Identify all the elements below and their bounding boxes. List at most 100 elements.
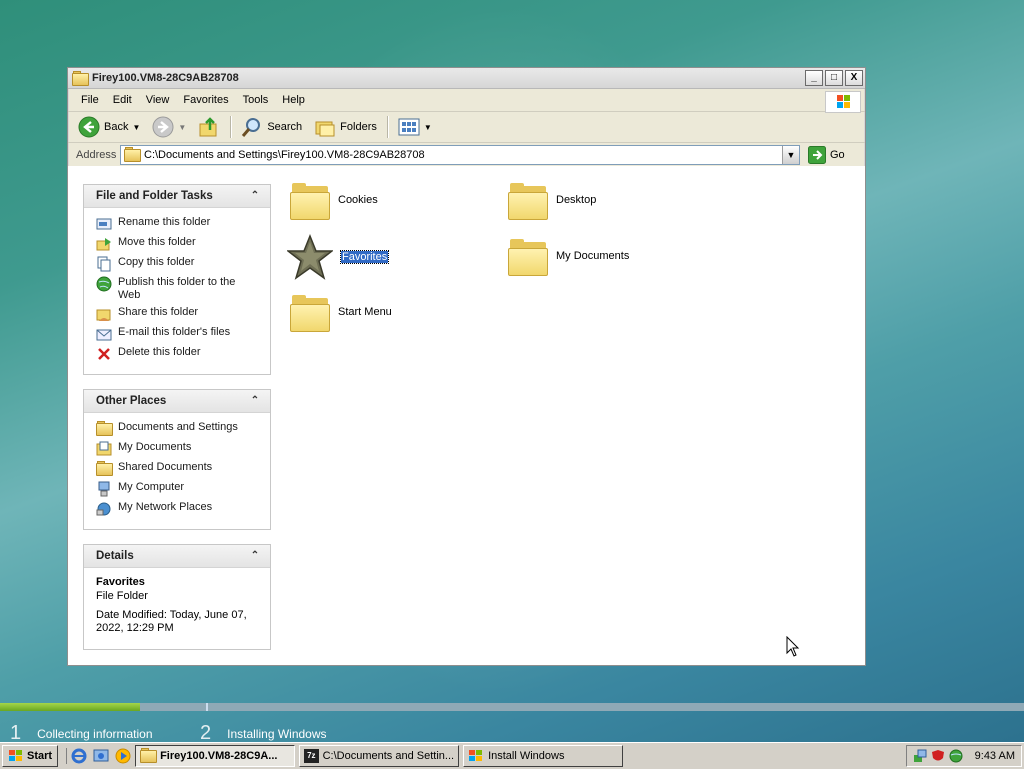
folder-favorites[interactable]: Favorites xyxy=(287,234,390,280)
taskbar-button-explorer[interactable]: Firey100.VM8-28C9A... xyxy=(135,745,296,767)
content-area: File and Folder Tasks ⌃ Rename this fold… xyxy=(68,166,865,665)
place-my-network-places[interactable]: My Network Places xyxy=(96,501,264,517)
menu-help[interactable]: Help xyxy=(275,94,312,106)
task-copy[interactable]: Copy this folder xyxy=(96,256,264,272)
menu-favorites[interactable]: Favorites xyxy=(176,94,235,106)
chevron-down-icon[interactable]: ▼ xyxy=(178,123,186,132)
back-label: Back xyxy=(104,121,129,133)
network-icon xyxy=(96,501,112,517)
task-publish[interactable]: Publish this folder to the Web xyxy=(96,276,264,302)
clock: 9:43 AM xyxy=(974,750,1015,762)
windows-logo-icon xyxy=(825,91,861,113)
details-item-name: Favorites xyxy=(96,576,145,588)
setup-steps: 1 Collecting information 2 Installing Wi… xyxy=(0,722,1024,744)
details-item-type: File Folder xyxy=(96,590,148,602)
globe-icon xyxy=(96,276,112,292)
minimize-button[interactable]: _ xyxy=(805,70,823,86)
setup-progress-bar xyxy=(0,703,1024,711)
folder-my-documents[interactable]: My Documents xyxy=(508,238,629,276)
task-email[interactable]: E-mail this folder's files xyxy=(96,326,264,342)
go-button[interactable]: Go xyxy=(808,146,845,164)
system-tray: 9:43 AM xyxy=(905,745,1022,767)
task-share[interactable]: Share this folder xyxy=(96,306,264,322)
pane-header[interactable]: Other Places ⌃ xyxy=(84,390,270,413)
forward-button[interactable]: ▼ xyxy=(148,114,190,140)
maximize-button[interactable]: □ xyxy=(825,70,843,86)
task-rename[interactable]: Rename this folder xyxy=(96,216,264,232)
place-my-computer[interactable]: My Computer xyxy=(96,481,264,497)
folder-icon xyxy=(72,71,89,86)
delete-icon xyxy=(96,346,112,362)
menu-edit[interactable]: Edit xyxy=(106,94,139,106)
menu-file[interactable]: File xyxy=(74,94,106,106)
toolbar-separator xyxy=(230,116,232,138)
share-folder-icon xyxy=(96,306,112,322)
globe-tray-icon[interactable] xyxy=(949,749,963,763)
up-folder-icon xyxy=(199,117,217,137)
address-input[interactable]: C:\Documents and Settings\Firey100.VM8-2… xyxy=(120,145,800,165)
close-button[interactable]: X xyxy=(845,70,863,86)
address-label: Address xyxy=(76,149,117,161)
step-label: Installing Windows xyxy=(227,726,327,741)
search-button[interactable]: Search xyxy=(237,114,306,140)
place-documents-and-settings[interactable]: Documents and Settings xyxy=(96,421,264,437)
folder-start-menu[interactable]: Start Menu xyxy=(290,294,392,332)
folder-icon xyxy=(508,182,548,220)
internet-explorer-icon[interactable] xyxy=(71,748,87,764)
folder-desktop[interactable]: Desktop xyxy=(508,182,596,220)
task-move[interactable]: Move this folder xyxy=(96,236,264,252)
task-delete[interactable]: Delete this folder xyxy=(96,346,264,362)
collapse-icon[interactable]: ⌃ xyxy=(248,549,262,563)
start-label: Start xyxy=(27,750,53,762)
address-dropdown-button[interactable]: ▼ xyxy=(782,146,799,164)
folder-icon xyxy=(96,461,113,477)
menu-view[interactable]: View xyxy=(139,94,177,106)
rename-icon xyxy=(96,216,112,232)
window-title: Firey100.VM8-28C9AB28708 xyxy=(92,72,239,84)
forward-arrow-icon xyxy=(152,116,174,138)
taskbar-button-7zip[interactable]: 7z C:\Documents and Settin... xyxy=(299,745,460,767)
setup-progress-fill xyxy=(0,703,141,711)
start-button[interactable]: Start xyxy=(2,745,59,767)
collapse-icon[interactable]: ⌃ xyxy=(248,394,262,408)
folder-icon xyxy=(290,182,330,220)
security-shield-icon[interactable] xyxy=(931,749,945,763)
place-my-documents[interactable]: My Documents xyxy=(96,441,264,457)
taskbar: Start Firey100.VM8-28C9A... 7z C:\Docume… xyxy=(0,742,1024,769)
network-tray-icon[interactable] xyxy=(913,749,927,763)
other-places-pane: Other Places ⌃ Documents and Settings My… xyxy=(83,389,271,530)
my-documents-icon xyxy=(96,441,112,457)
show-desktop-icon[interactable] xyxy=(93,748,109,764)
toolbar: Back ▼ ▼ Search Folders ▼ xyxy=(68,112,865,143)
chevron-down-icon[interactable]: ▼ xyxy=(132,123,140,132)
back-button[interactable]: Back ▼ xyxy=(74,114,144,140)
collapse-icon[interactable]: ⌃ xyxy=(248,189,262,203)
copy-icon xyxy=(96,256,112,272)
pane-title: File and Folder Tasks xyxy=(96,190,213,202)
details-date-modified: Date Modified: Today, June 07, 2022, 12:… xyxy=(96,609,247,634)
title-bar[interactable]: Firey100.VM8-28C9AB28708 _ □ X xyxy=(68,68,865,89)
folders-button[interactable]: Folders xyxy=(310,114,381,140)
go-arrow-icon xyxy=(808,146,826,164)
folders-icon xyxy=(315,121,335,137)
pane-header[interactable]: File and Folder Tasks ⌃ xyxy=(84,185,270,208)
up-folder-button[interactable] xyxy=(194,114,224,140)
media-player-icon[interactable] xyxy=(115,748,131,764)
computer-icon xyxy=(96,481,112,497)
windows-flag-icon xyxy=(469,750,483,761)
place-shared-documents[interactable]: Shared Documents xyxy=(96,461,264,477)
menu-bar: File Edit View Favorites Tools Help xyxy=(68,89,865,113)
views-button[interactable]: ▼ xyxy=(394,114,436,140)
chevron-down-icon[interactable]: ▼ xyxy=(424,123,432,132)
menu-tools[interactable]: Tools xyxy=(236,94,276,106)
taskbar-button-install-windows[interactable]: Install Windows xyxy=(463,745,624,767)
explorer-window: Firey100.VM8-28C9AB28708 _ □ X File Edit… xyxy=(67,67,866,666)
pane-header[interactable]: Details ⌃ xyxy=(84,545,270,568)
folder-icon xyxy=(124,147,141,163)
folder-cookies[interactable]: Cookies xyxy=(290,182,378,220)
search-label: Search xyxy=(267,121,303,133)
folder-icon xyxy=(140,748,158,764)
address-bar: Address C:\Documents and Settings\Firey1… xyxy=(68,143,865,168)
caption-buttons: _ □ X xyxy=(805,70,863,86)
quick-launch xyxy=(66,748,131,764)
